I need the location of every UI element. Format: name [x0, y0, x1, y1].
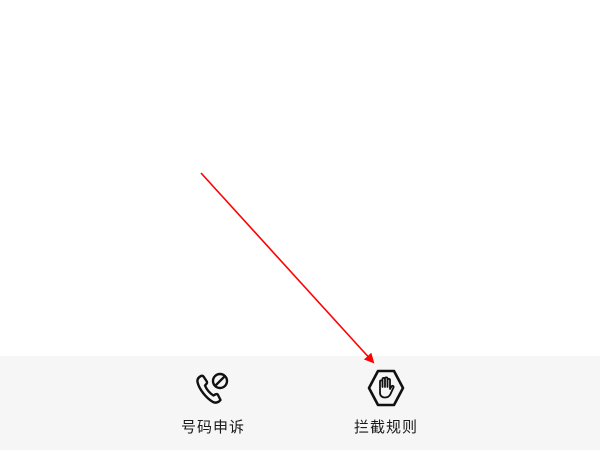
block-rules-button[interactable]: 拦截规则 [331, 368, 441, 440]
bottom-action-bar: 号码申诉 拦截规则 [0, 356, 600, 450]
content-area [0, 0, 600, 356]
number-appeal-button[interactable]: 号码申诉 [158, 368, 268, 440]
phone-blocked-icon [196, 372, 229, 404]
block-rules-label: 拦截规则 [353, 418, 418, 436]
hand-stop-hexagon-icon [367, 369, 405, 407]
number-appeal-label: 号码申诉 [180, 418, 245, 436]
